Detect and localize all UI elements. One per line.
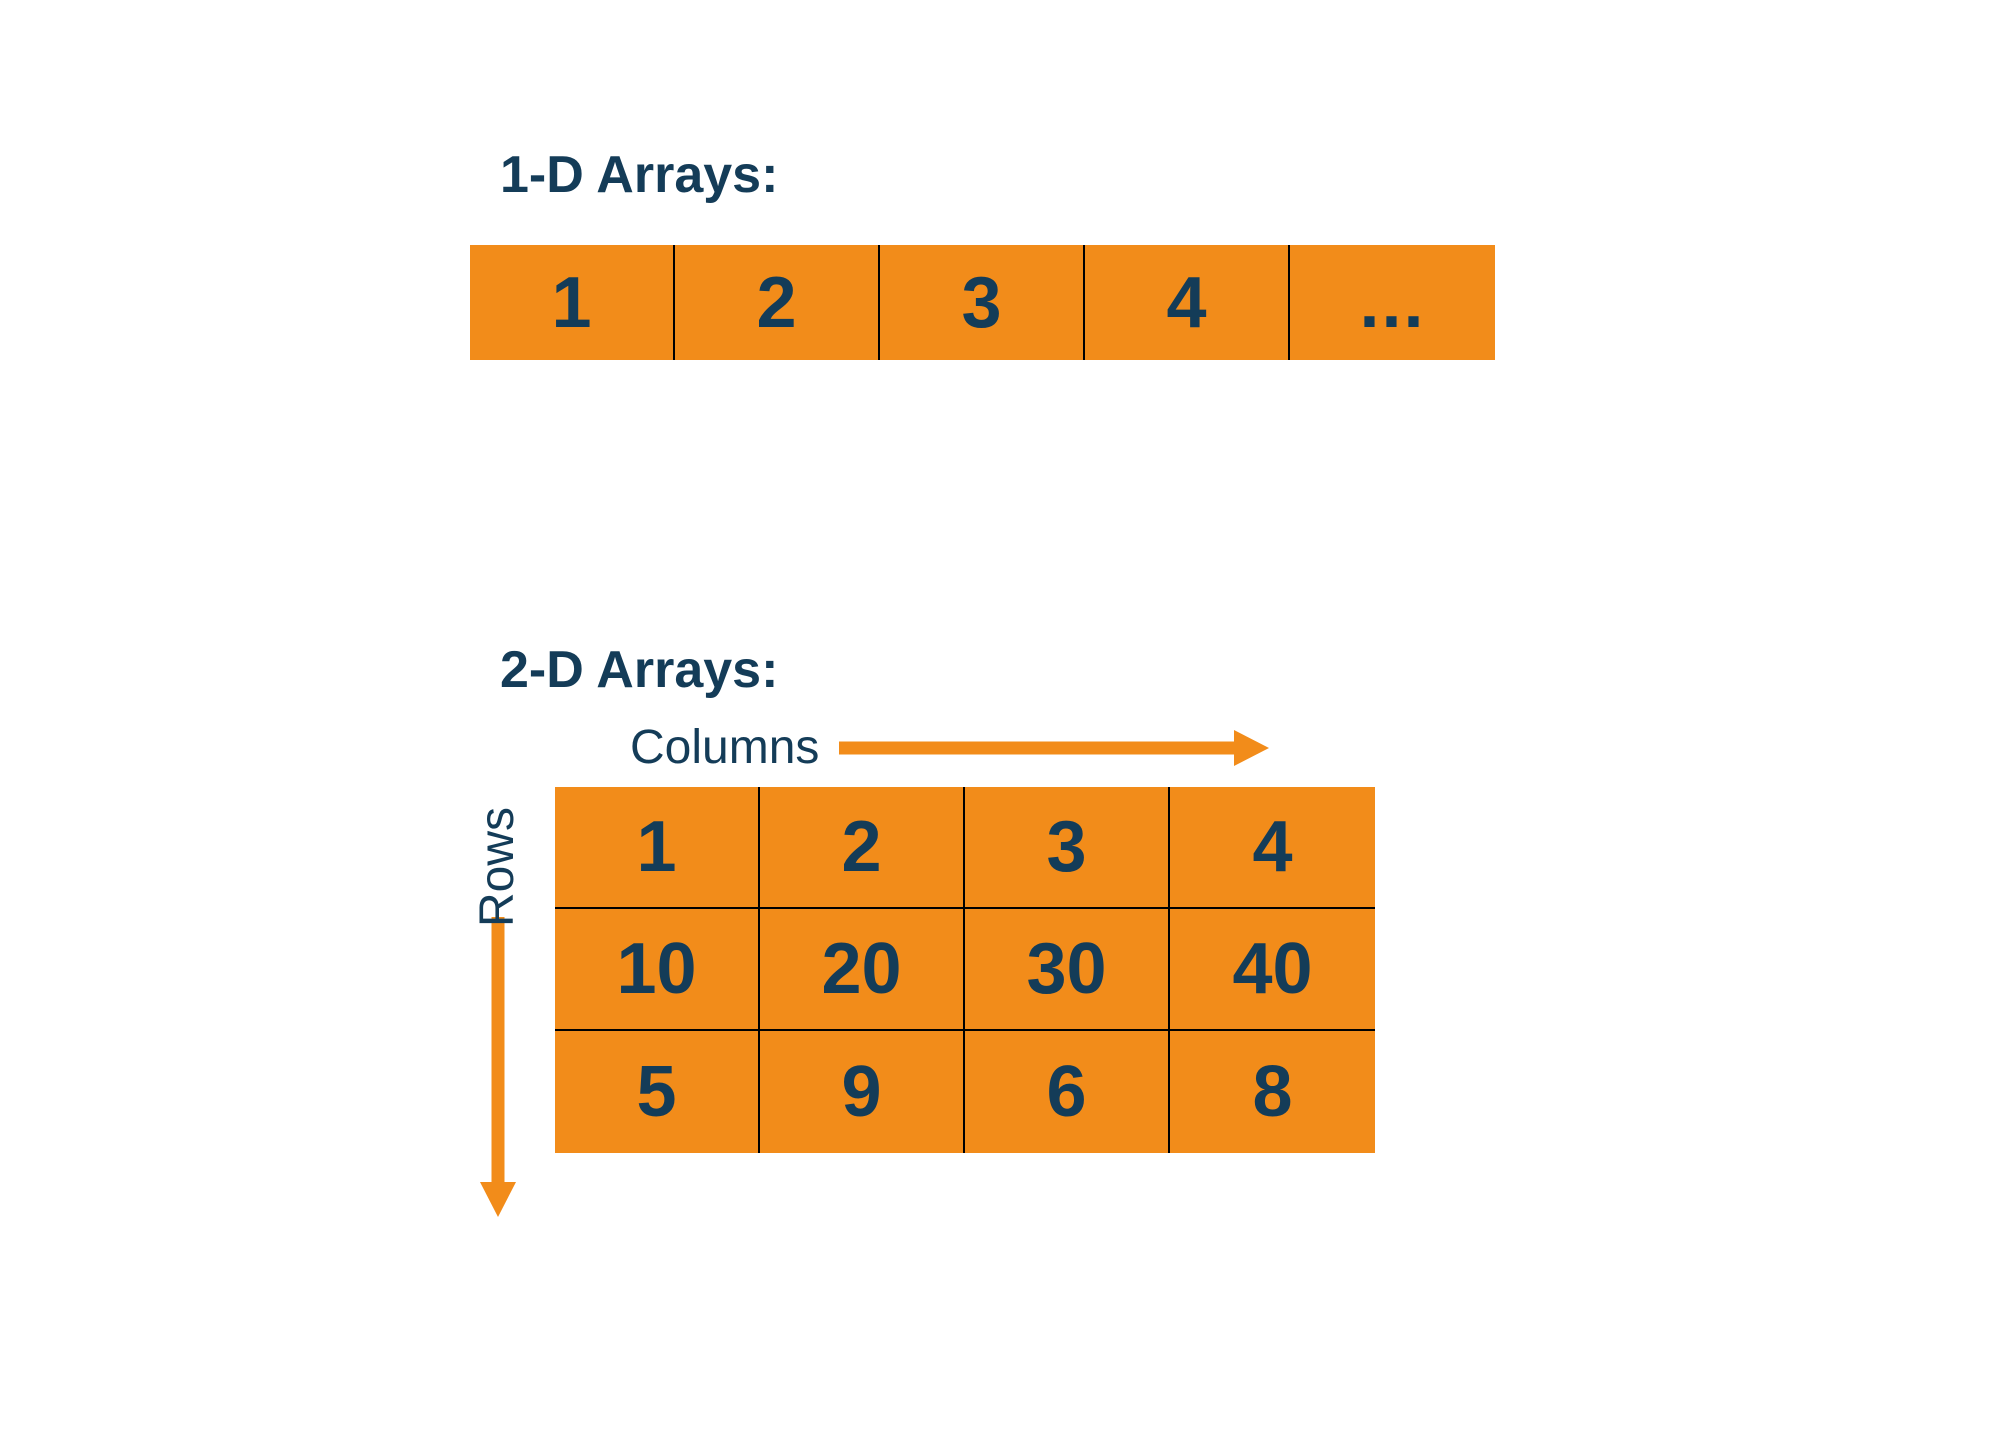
columns-label: Columns [630, 720, 819, 775]
grid-row: 1 2 3 4 [555, 787, 1375, 909]
grid-cell: 3 [965, 787, 1170, 909]
one-d-cell-ellipsis: ... [1290, 245, 1495, 360]
grid-row: 10 20 30 40 [555, 909, 1375, 1031]
grid-cell: 8 [1170, 1031, 1375, 1153]
one-d-title: 1-D Arrays: [500, 145, 1495, 205]
arrow-down-icon [478, 917, 518, 1217]
grid-cell: 20 [760, 909, 965, 1031]
grid-cell: 40 [1170, 909, 1375, 1031]
two-d-wrap: Rows 1 2 3 4 10 20 30 40 5 9 6 [470, 787, 1375, 1217]
grid-cell: 5 [555, 1031, 760, 1153]
one-d-cell: 1 [470, 245, 675, 360]
grid-row: 5 9 6 8 [555, 1031, 1375, 1153]
grid-cell: 2 [760, 787, 965, 909]
grid-cell: 30 [965, 909, 1170, 1031]
one-d-section: 1-D Arrays: 1 2 3 4 ... [470, 145, 1495, 360]
columns-label-wrap: Columns [630, 720, 1375, 775]
two-d-title: 2-D Arrays: [500, 640, 1375, 700]
grid-cell: 1 [555, 787, 760, 909]
grid-cell: 6 [965, 1031, 1170, 1153]
arrow-right-icon [839, 728, 1269, 768]
one-d-cell: 2 [675, 245, 880, 360]
one-d-cell: 4 [1085, 245, 1290, 360]
grid-cell: 4 [1170, 787, 1375, 909]
rows-label: Rows [470, 807, 525, 927]
one-d-cell: 3 [880, 245, 1085, 360]
two-d-grid: 1 2 3 4 10 20 30 40 5 9 6 8 [555, 787, 1375, 1153]
grid-cell: 9 [760, 1031, 965, 1153]
two-d-section: 2-D Arrays: Columns Rows 1 2 3 4 10 20 [470, 640, 1375, 1217]
grid-cell: 10 [555, 909, 760, 1031]
one-d-array: 1 2 3 4 ... [470, 245, 1495, 360]
rows-label-wrap: Rows [470, 787, 525, 1217]
